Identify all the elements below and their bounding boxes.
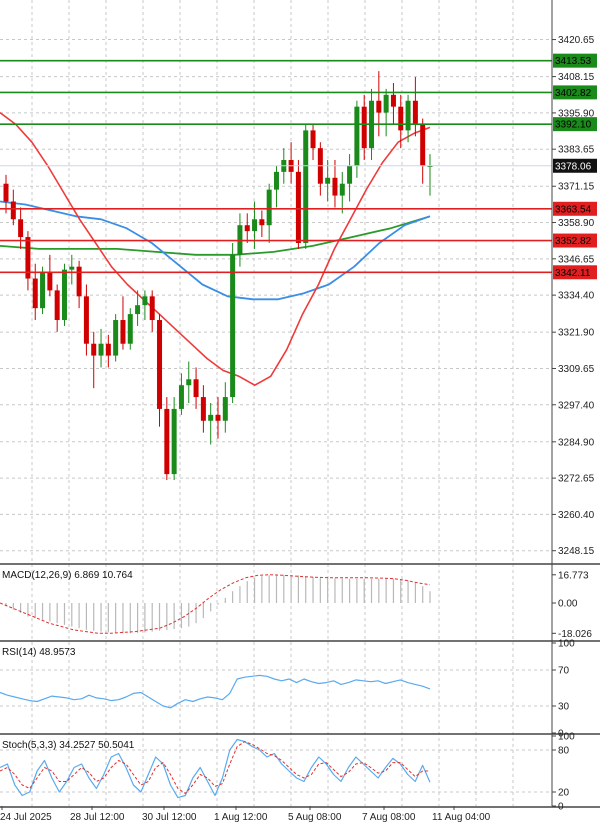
resistance-label: 3392.10 xyxy=(555,120,592,131)
candle-body xyxy=(259,219,265,226)
candle-body xyxy=(339,183,345,196)
resistance-label: 3413.53 xyxy=(555,56,592,67)
resistance-label: 3402.82 xyxy=(555,88,592,99)
candle-body xyxy=(61,269,67,321)
rsi-tick-label: 30 xyxy=(558,702,570,713)
candle-body xyxy=(310,130,316,149)
candle-body xyxy=(164,408,170,475)
price-tick-label: 3346.65 xyxy=(558,254,595,265)
candle-body xyxy=(347,165,353,184)
candle-body xyxy=(390,94,396,107)
stoch-tick-label: 20 xyxy=(558,788,570,799)
macd-tick-label: 16.773 xyxy=(558,570,589,581)
candle-body xyxy=(193,379,199,398)
candle-body xyxy=(398,106,404,131)
candle-body xyxy=(361,106,367,149)
candle-body xyxy=(149,296,155,321)
x-tick-label: 7 Aug 08:00 xyxy=(362,812,416,823)
candle-body xyxy=(295,171,301,243)
candle-body xyxy=(420,124,426,166)
price-tick-label: 3334.40 xyxy=(558,291,595,302)
candle-body xyxy=(186,379,192,386)
price-tick-label: 3408.15 xyxy=(558,72,595,83)
candle-body xyxy=(76,266,82,297)
candle-body xyxy=(105,343,111,356)
candle-body xyxy=(3,183,9,202)
candle-body xyxy=(215,414,221,421)
candle-body xyxy=(412,100,418,125)
candle-body xyxy=(383,94,389,113)
candle-body xyxy=(273,171,279,190)
candle-body xyxy=(303,130,309,243)
support-label: 3363.54 xyxy=(555,204,592,215)
rsi-tick-label: 100 xyxy=(558,639,575,650)
rsi-tick-label: 70 xyxy=(558,666,570,677)
candle-body xyxy=(120,320,126,344)
candle-body xyxy=(47,272,53,291)
stoch-label: Stoch(5,3,3) 34.2527 50.5041 xyxy=(2,740,135,751)
macd-label: MACD(12,26,9) 6.869 10.764 xyxy=(2,570,133,581)
price-tick-label: 3358.90 xyxy=(558,218,595,229)
candle-body xyxy=(113,320,119,356)
price-tick-label: 3309.65 xyxy=(558,364,595,375)
candle-body xyxy=(230,254,236,398)
candle-body xyxy=(244,225,250,232)
x-tick-label: 28 Jul 12:00 xyxy=(70,812,125,823)
candle-body xyxy=(127,314,133,344)
price-tick-label: 3321.90 xyxy=(558,328,595,339)
candle-body xyxy=(83,296,89,344)
macd-tick-label: 0.00 xyxy=(558,599,578,610)
stoch-tick-label: 100 xyxy=(558,732,575,743)
candle-body xyxy=(142,296,148,306)
stoch-tick-label: 80 xyxy=(558,746,570,757)
price-tick-label: 3272.65 xyxy=(558,474,595,485)
candle-body xyxy=(354,106,360,166)
x-tick-label: 11 Aug 04:00 xyxy=(432,812,491,823)
candle-body xyxy=(10,201,16,220)
candle-body xyxy=(32,278,38,309)
candle-body xyxy=(54,290,60,321)
candle-body xyxy=(200,397,206,421)
price-tick-label: 3248.15 xyxy=(558,546,595,557)
candle-body xyxy=(208,414,214,421)
candle-body xyxy=(91,343,97,356)
candle-body xyxy=(69,266,75,270)
candle-body xyxy=(376,100,382,113)
price-chart: MACD(12,26,9) 6.869 10.764 RSI(14) 48.95… xyxy=(0,0,600,825)
candle-body xyxy=(40,272,46,309)
candle-body xyxy=(222,397,228,421)
rsi-label: RSI(14) 48.9573 xyxy=(2,647,76,658)
price-tick-label: 3260.40 xyxy=(558,510,595,521)
support-label: 3342.11 xyxy=(555,268,591,279)
candle-body xyxy=(135,305,141,315)
candle-body xyxy=(325,177,331,184)
stoch-tick-label: 0 xyxy=(558,802,564,813)
x-tick-label: 24 Jul 2025 xyxy=(0,812,52,823)
price-tick-label: 3420.65 xyxy=(558,35,595,46)
candle-body xyxy=(18,219,24,238)
candle-body xyxy=(405,100,411,131)
candle-body xyxy=(157,320,163,409)
candle-body xyxy=(332,177,338,196)
price-tick-label: 3297.40 xyxy=(558,400,595,411)
x-tick-label: 1 Aug 12:00 xyxy=(214,812,268,823)
x-tick-label: 5 Aug 08:00 xyxy=(288,812,342,823)
candle-body xyxy=(252,219,258,232)
candle-body xyxy=(171,408,177,475)
candle-body xyxy=(178,385,184,409)
current-price-label: 3378.06 xyxy=(555,161,592,172)
candle-body xyxy=(98,343,104,356)
price-tick-label: 3284.90 xyxy=(558,437,595,448)
candle-body xyxy=(266,189,272,226)
support-label: 3352.82 xyxy=(555,236,592,247)
x-tick-label: 30 Jul 12:00 xyxy=(142,812,197,823)
price-tick-label: 3371.15 xyxy=(558,182,595,193)
price-tick-label: 3383.65 xyxy=(558,145,595,156)
